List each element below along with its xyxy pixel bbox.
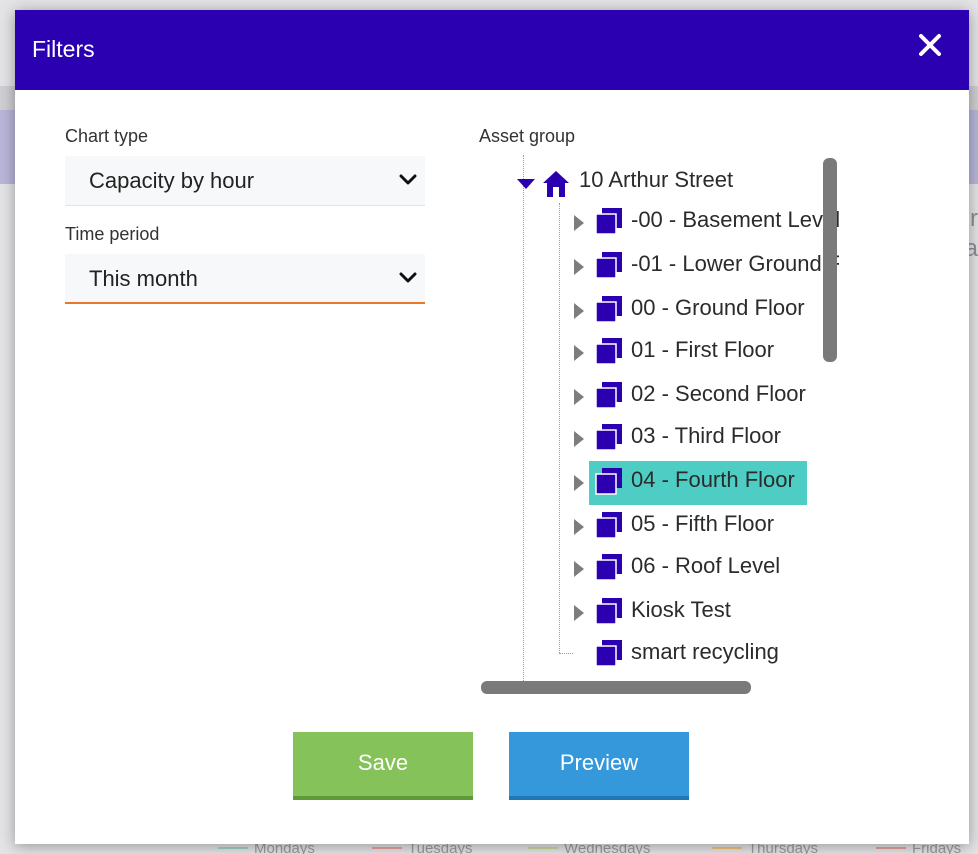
tree-item-label: 05 - Fifth Floor xyxy=(631,511,775,536)
legend-swatch xyxy=(218,847,248,849)
tree-item[interactable]: -01 - Lower Ground Floor xyxy=(589,245,839,285)
floor-layers-icon xyxy=(595,598,622,625)
vertical-scrollbar[interactable] xyxy=(823,158,837,362)
chart-type-select[interactable]: Capacity by hour xyxy=(65,156,425,206)
floor-layers-icon xyxy=(595,252,622,279)
tree-item[interactable]: 01 - First Floor xyxy=(589,331,839,371)
modal-header: Filters xyxy=(15,10,969,90)
expand-arrow-icon[interactable] xyxy=(574,561,584,577)
time-period-select[interactable]: This month xyxy=(65,254,425,304)
floor-layers-icon xyxy=(595,208,622,235)
tree-item-label: -00 - Basement Level xyxy=(631,207,839,232)
tree-item[interactable]: 03 - Third Floor xyxy=(589,417,839,457)
chevron-down-icon xyxy=(399,174,417,185)
expand-arrow-icon[interactable] xyxy=(574,475,584,491)
floor-layers-icon xyxy=(595,554,622,581)
chart-type-label: Chart type xyxy=(65,126,149,146)
close-button[interactable] xyxy=(915,30,945,60)
floor-layers-icon xyxy=(595,338,622,365)
tree-item-label: 04 - Fourth Floor xyxy=(631,467,795,492)
tree-root-node[interactable]: 10 Arthur Street xyxy=(517,161,817,201)
expand-arrow-icon[interactable] xyxy=(574,519,584,535)
tree-item[interactable]: 05 - Fifth Floor xyxy=(589,505,839,545)
tree-root-label: 10 Arthur Street xyxy=(579,167,734,192)
tree-item-label: 03 - Third Floor xyxy=(631,423,781,448)
filters-modal: Filters Chart type Capacity by hour Time… xyxy=(15,10,969,844)
expand-arrow-icon[interactable] xyxy=(574,389,584,405)
time-period-label: Time period xyxy=(65,224,160,244)
tree-item-label: smart recycling xyxy=(631,639,779,664)
tree-item[interactable]: smart recycling xyxy=(589,633,839,673)
expand-arrow-icon[interactable] xyxy=(574,215,584,231)
tree-item[interactable]: Kiosk Test xyxy=(589,591,839,631)
tree-item[interactable]: 06 - Roof Level xyxy=(589,547,839,587)
expand-arrow-icon[interactable] xyxy=(574,345,584,361)
floor-layers-icon xyxy=(595,468,622,495)
expand-arrow-icon[interactable] xyxy=(574,303,584,319)
chart-type-value: Capacity by hour xyxy=(89,168,255,193)
floor-layers-icon xyxy=(595,512,622,539)
tree-item-label: 06 - Roof Level xyxy=(631,553,781,578)
tree-connector xyxy=(559,203,560,653)
expand-arrow-icon[interactable] xyxy=(574,431,584,447)
expand-arrow-icon[interactable] xyxy=(574,605,584,621)
time-period-value: This month xyxy=(89,266,198,291)
asset-tree[interactable]: 10 Arthur Street -00 - Basement Level -01… xyxy=(479,155,839,690)
tree-item[interactable]: 02 - Second Floor xyxy=(589,375,839,415)
floor-layers-icon xyxy=(595,296,622,323)
asset-group-label: Asset group xyxy=(479,126,576,146)
tree-item-label: Kiosk Test xyxy=(631,597,731,622)
legend-swatch xyxy=(712,847,742,849)
tree-item-label: 00 - Ground Floor xyxy=(631,295,805,320)
preview-button[interactable]: Preview xyxy=(509,732,689,800)
floor-layers-icon xyxy=(595,382,622,409)
tree-connector xyxy=(523,155,524,685)
tree-connector xyxy=(559,653,573,654)
collapse-arrow-icon[interactable] xyxy=(517,179,535,189)
modal-title: Filters xyxy=(32,36,95,62)
horizontal-scrollbar[interactable] xyxy=(481,681,751,694)
tree-item[interactable]: -00 - Basement Level xyxy=(589,201,839,241)
chevron-down-icon xyxy=(399,272,417,283)
close-icon xyxy=(919,34,941,56)
tree-item-label: 02 - Second Floor xyxy=(631,381,806,406)
tree-item-label: 01 - First Floor xyxy=(631,337,775,362)
tree-item[interactable]: 00 - Ground Floor xyxy=(589,289,839,329)
home-icon xyxy=(543,171,569,197)
floor-layers-icon xyxy=(595,640,622,667)
legend-swatch xyxy=(372,847,402,849)
floor-layers-icon xyxy=(595,424,622,451)
legend-swatch xyxy=(528,847,558,849)
expand-arrow-icon[interactable] xyxy=(574,259,584,275)
tree-item[interactable]: 04 - Fourth Floor xyxy=(589,461,839,505)
save-button[interactable]: Save xyxy=(293,732,473,800)
tree-item-label: -01 - Lower Ground Floor xyxy=(631,251,839,276)
legend-swatch xyxy=(876,847,906,849)
